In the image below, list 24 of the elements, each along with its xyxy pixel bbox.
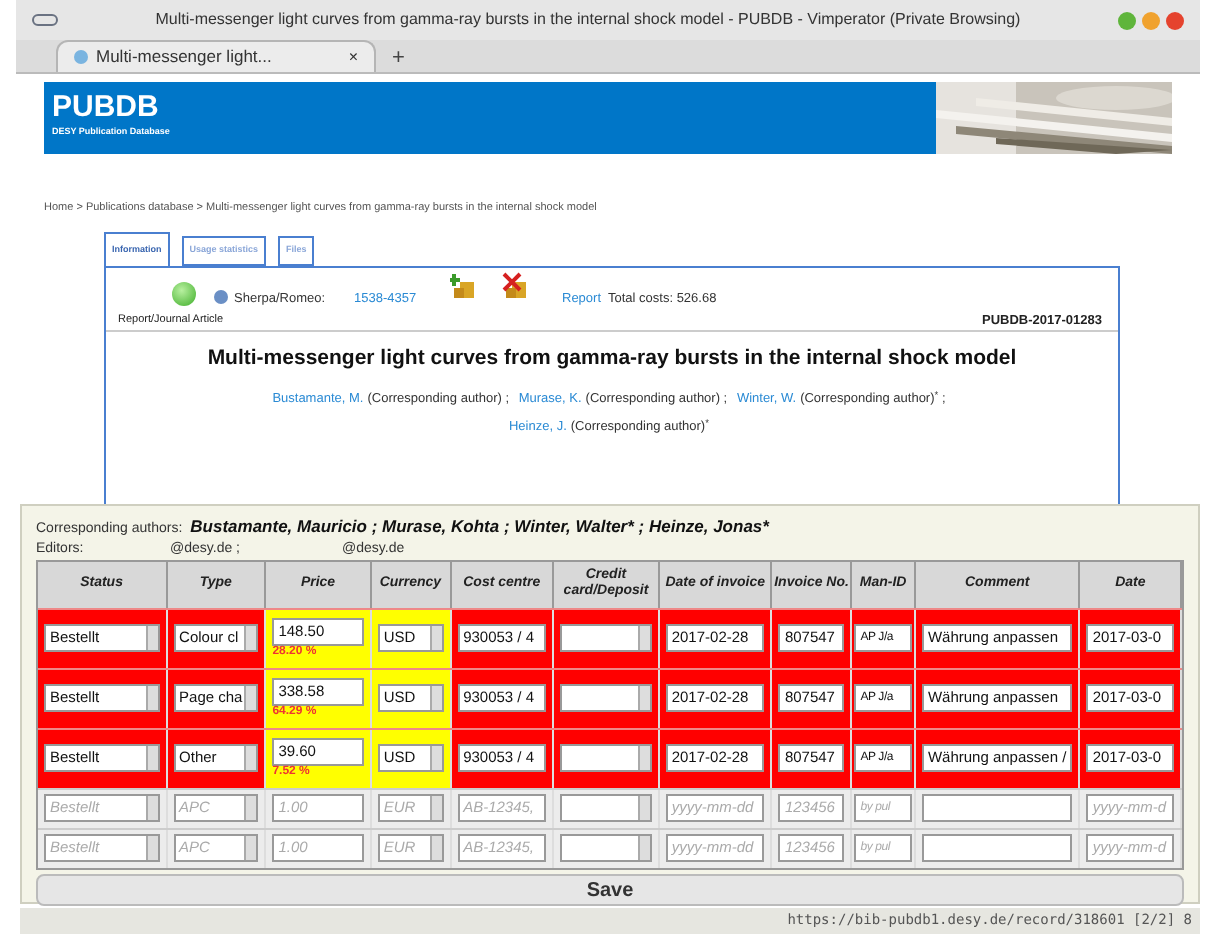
close-tab-button[interactable]: ×: [348, 45, 358, 69]
input-field[interactable]: [921, 834, 1073, 862]
close-icon[interactable]: [1166, 11, 1184, 29]
dropdown-field[interactable]: [560, 834, 652, 862]
record-title: Multi-messenger light curves from gamma-ray bursts in the internal shock model: [205, 344, 1019, 375]
new-tab-button[interactable]: +: [392, 44, 405, 72]
coins-remove-icon[interactable]: [502, 272, 530, 301]
dropdown-field[interactable]: [560, 624, 652, 652]
window-menu-icon[interactable]: [32, 14, 58, 26]
info-icon[interactable]: [214, 290, 228, 305]
minimize-icon[interactable]: [1118, 11, 1136, 29]
save-button[interactable]: Save: [36, 873, 1184, 905]
favicon-icon: [74, 50, 88, 64]
corresponding-authors: Bustamante, Mauricio ; Murase, Kohta ; Winter, Walter* ; Heinze, Jonas*: [190, 514, 769, 540]
dropdown-field[interactable]: [560, 794, 652, 822]
maximize-icon[interactable]: [1142, 11, 1160, 29]
window-title: Multi-messenger light curves from gamma-ray bursts in the internal shock model - PUBDB - Vimperator (Private Browsing): [153, 8, 1023, 32]
site-title: PUBDB: [52, 92, 161, 124]
input-field[interactable]: [921, 794, 1073, 822]
coins-add-icon[interactable]: [450, 272, 478, 301]
dropdown-field[interactable]: [560, 744, 652, 772]
browser-tab[interactable]: Multi-messenger light... ×: [56, 40, 376, 72]
tab-title: Multi-messenger light...: [96, 44, 274, 70]
dropdown-field[interactable]: [560, 684, 652, 712]
